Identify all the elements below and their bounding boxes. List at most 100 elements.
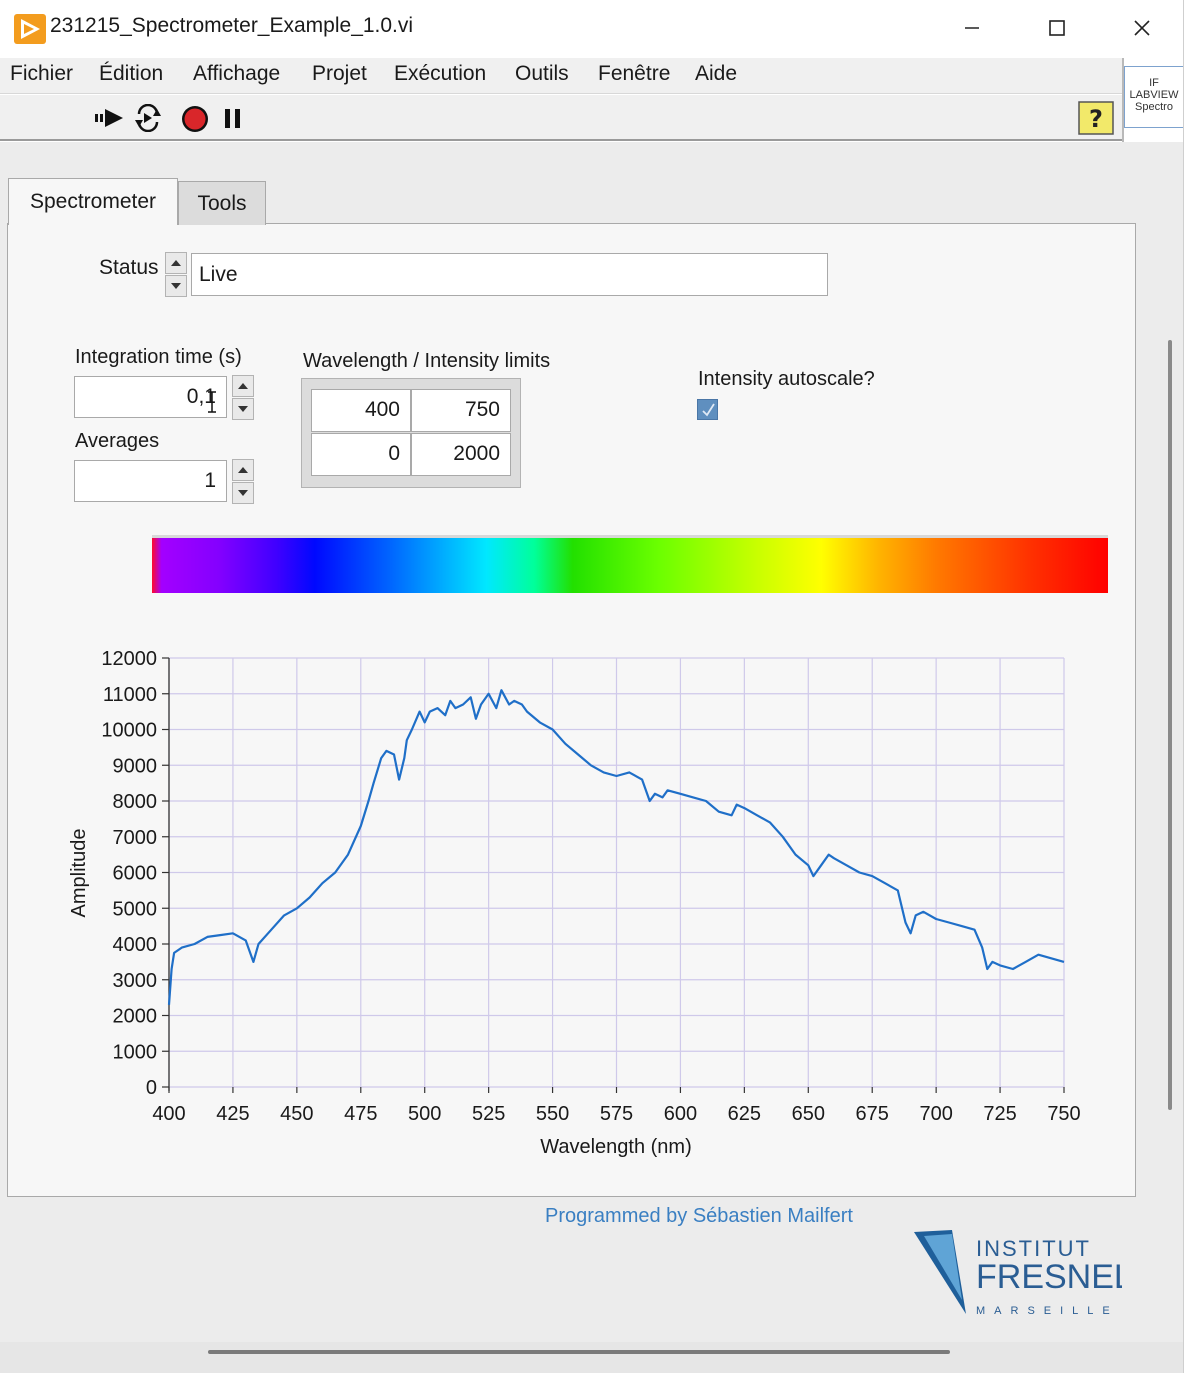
pause-icon [225,109,240,128]
visible-spectrum-bar [152,535,1108,593]
y-tick-label: 8000 [113,791,158,813]
y-tick-label: 10000 [101,720,157,742]
horizontal-scrollbar[interactable] [208,1350,950,1354]
averages-input[interactable]: 1 [74,460,227,502]
y-tick-label: 6000 [113,863,158,885]
status-label: Status [99,256,159,279]
y-tick-label: 3000 [113,970,158,992]
menu-outils[interactable]: Outils [515,62,569,86]
x-tick-label: 400 [152,1103,185,1125]
y-tick-label: 0 [146,1077,157,1099]
y-tick-label: 1000 [113,1041,158,1063]
institut-fresnel-logo: INSTITUT FRESNEL MARSEILLE [914,1230,1122,1317]
averages-label: Averages [75,430,160,452]
y-axis-title: Amplitude [68,829,90,918]
tab-tools[interactable]: Tools [178,181,266,225]
y-tick-label: 2000 [113,1006,158,1028]
up-arrow-icon [238,383,248,389]
toolbar: ? [0,95,1122,141]
y-tick-label: 4000 [113,934,158,956]
logo-marseille: MARSEILLE [976,1305,1119,1317]
spectrum-chart: 400 425 450 475 500 525 550 575 600 625 650 675 700 7… [68,648,1081,1158]
x-tick-label: 675 [856,1103,889,1125]
status-decrement[interactable] [165,275,187,297]
x-tick-label: 700 [919,1103,952,1125]
limits-label: Wavelength / Intensity limits [303,350,551,372]
y-tick-label: 9000 [113,755,158,777]
up-arrow-icon [238,467,248,473]
down-arrow-icon [238,406,248,412]
connector-pane[interactable]: IF LABVIEW Spectro [1124,66,1184,128]
x-tick-label: 650 [792,1103,825,1125]
menu-projet[interactable]: Projet [312,62,367,86]
minimize-button[interactable] [942,6,1002,50]
intensity-min-input[interactable]: 0 [311,433,411,476]
integration-time-decrement[interactable] [232,398,254,420]
connector-text-1: IF [1149,77,1159,89]
run-arrow-icon [95,109,123,127]
close-button[interactable] [1112,6,1172,50]
up-arrow-icon [171,260,181,266]
down-arrow-icon [238,490,248,496]
status-increment[interactable] [165,252,187,274]
x-tick-label: 625 [728,1103,761,1125]
menu-affichage[interactable]: Affichage [193,62,280,86]
close-icon [1134,20,1150,36]
x-tick-label: 475 [344,1103,377,1125]
integration-time-input[interactable]: 0,1 [74,376,227,418]
y-tick-label: 12000 [101,648,157,670]
integration-time-increment[interactable] [232,375,254,397]
run-button[interactable] [94,105,126,136]
y-tick-label: 5000 [113,898,158,920]
wavelength-max-input[interactable]: 750 [411,389,511,432]
maximize-icon [1049,20,1065,36]
title-bar: 231215_Spectrometer_Example_1.0.vi [0,0,1193,58]
x-tick-label: 425 [216,1103,249,1125]
menu-fenetre[interactable]: Fenêtre [598,62,670,86]
vertical-scrollbar[interactable] [1168,340,1172,1110]
x-tick-label: 550 [536,1103,569,1125]
labview-vi-icon [14,14,46,44]
averages-decrement[interactable] [232,482,254,504]
run-continuously-icon [135,103,161,133]
wavelength-min-input[interactable]: 400 [311,389,411,432]
abort-button[interactable] [180,104,210,139]
autoscale-label: Intensity autoscale? [698,368,875,390]
averages-increment[interactable] [232,459,254,481]
status-field[interactable]: Live [191,253,828,296]
x-tick-label: 750 [1047,1103,1080,1125]
x-tick-label: 725 [983,1103,1016,1125]
chart-grid [168,657,1065,1088]
autoscale-checkbox[interactable] [697,399,718,420]
tab-spectrometer[interactable]: Spectrometer [8,178,178,225]
intensity-max-input[interactable]: 2000 [411,433,511,476]
text-cursor-icon [207,390,217,419]
abort-stop-icon [182,106,208,132]
x-tick-label: 600 [664,1103,697,1125]
menu-fichier[interactable]: Fichier [10,62,73,86]
context-help-button[interactable]: ? [1078,101,1114,140]
down-arrow-icon [171,283,181,289]
x-axis-title: Wavelength (nm) [540,1136,692,1158]
y-tick-label: 7000 [113,827,158,849]
integration-time-label: Integration time (s) [75,346,242,368]
pause-button[interactable] [222,107,244,136]
connector-text-3: Spectro [1135,101,1173,113]
maximize-button[interactable] [1027,6,1087,50]
menu-edition[interactable]: Édition [99,62,163,86]
window-border [1183,0,1193,1373]
logo-fresnel: FRESNEL [976,1258,1122,1296]
run-continuously-button[interactable] [133,103,163,137]
horizontal-scroll-track [0,1342,1183,1373]
y-tick-label: 11000 [103,684,157,706]
x-tick-label: 450 [280,1103,313,1125]
svg-text:?: ? [1089,105,1103,133]
connector-text-2: LABVIEW [1129,89,1179,101]
menu-aide[interactable]: Aide [695,62,737,86]
menu-bar: Fichier Édition Affichage Projet Exécuti… [0,58,1122,94]
menu-execution[interactable]: Exécution [394,62,486,86]
minimize-icon [965,27,979,29]
credit-text: Programmed by Sébastien Mailfert [545,1205,853,1227]
context-help-icon: ? [1078,101,1114,135]
window-title: 231215_Spectrometer_Example_1.0.vi [50,14,414,37]
